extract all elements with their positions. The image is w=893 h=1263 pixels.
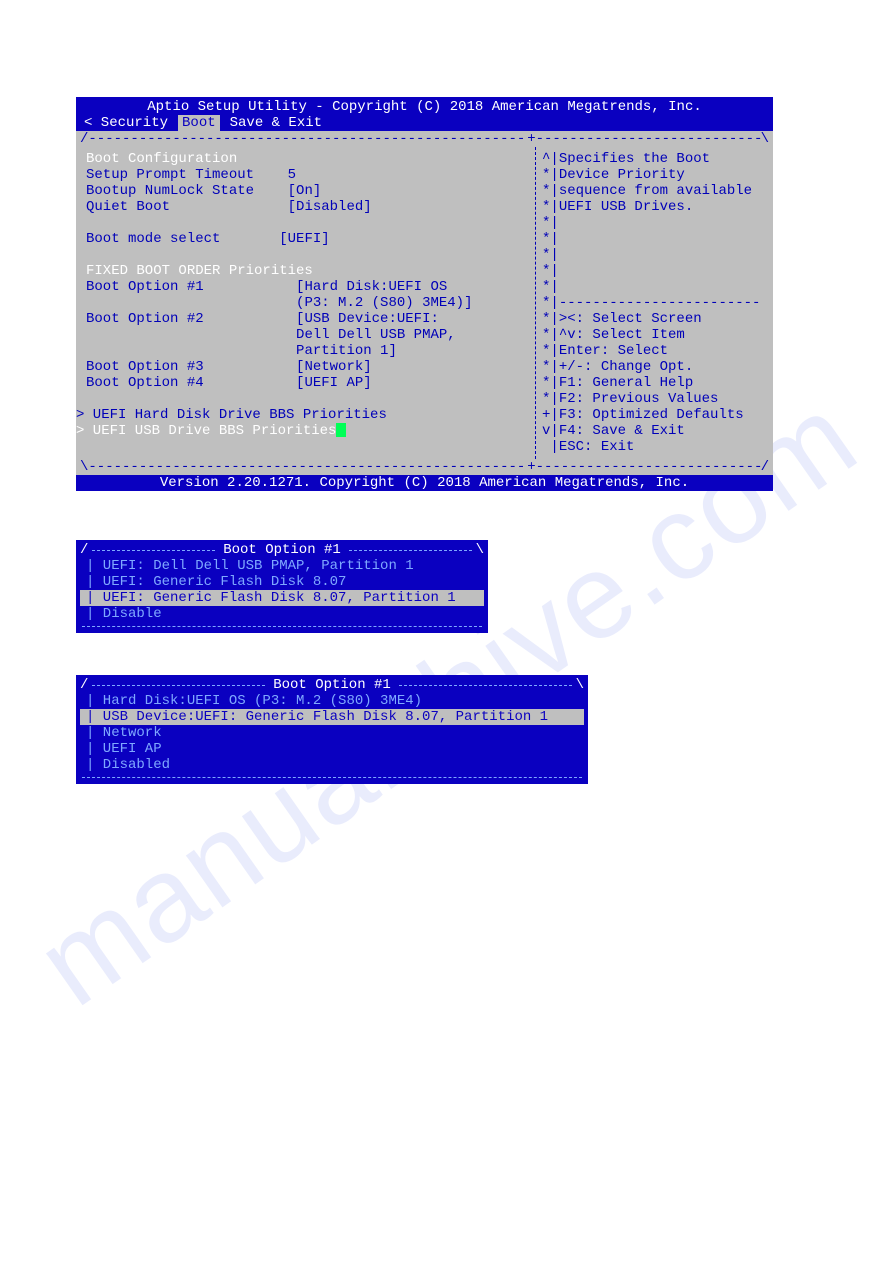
- popup-option[interactable]: | UEFI: Generic Flash Disk 8.07, Partiti…: [80, 590, 484, 606]
- bios-left-pane: Boot Configuration Setup Prompt Timeout …: [76, 147, 535, 459]
- bios-help-pane: ^|Specifies the Boot *|Device Priority *…: [535, 147, 773, 459]
- boot-config-header: Boot Configuration: [86, 151, 529, 167]
- boot-option-4[interactable]: Boot Option #4 [UEFI AP]: [86, 375, 529, 391]
- popup-option[interactable]: | Network: [80, 725, 584, 741]
- uefi-hdd-bbs[interactable]: > UEFI Hard Disk Drive BBS Priorities: [76, 407, 529, 423]
- key-hint: Enter: Select: [559, 343, 668, 359]
- setup-prompt-timeout[interactable]: Setup Prompt Timeout 5: [86, 167, 529, 183]
- popup-option[interactable]: | Disabled: [80, 757, 584, 773]
- popup-option[interactable]: | Hard Disk:UEFI OS (P3: M.2 (S80) 3ME4): [80, 693, 584, 709]
- popup-boot-option-main: / Boot Option #1 \ | Hard Disk:UEFI OS (…: [76, 675, 588, 784]
- divider-top: /---------------------------------------…: [76, 131, 773, 147]
- bios-tabs: < Security Boot Save & Exit: [76, 115, 773, 131]
- popup-option[interactable]: | UEFI AP: [80, 741, 584, 757]
- bios-title: Aptio Setup Utility - Copyright (C) 2018…: [76, 97, 773, 115]
- help-line: UEFI USB Drives.: [559, 199, 693, 215]
- fixed-boot-header: FIXED BOOT ORDER Priorities: [86, 263, 529, 279]
- tab-save-exit[interactable]: Save & Exit: [228, 115, 324, 131]
- popup-bottom-border: [82, 777, 582, 778]
- tab-security[interactable]: < Security: [82, 115, 170, 131]
- popup-option[interactable]: | USB Device:UEFI: Generic Flash Disk 8.…: [80, 709, 584, 725]
- popup-title-row: / Boot Option #1 \: [80, 542, 484, 558]
- popup-option[interactable]: | UEFI: Dell Dell USB PMAP, Partition 1: [80, 558, 484, 574]
- popup-option[interactable]: | UEFI: Generic Flash Disk 8.07: [80, 574, 484, 590]
- key-hint: ^v: Select Item: [559, 327, 685, 343]
- help-line: Device Priority: [559, 167, 685, 183]
- quiet-boot[interactable]: Quiet Boot [Disabled]: [86, 199, 529, 215]
- key-hint: ESC: Exit: [559, 439, 635, 455]
- tab-boot[interactable]: Boot: [178, 115, 220, 131]
- popup-boot-option-usb: / Boot Option #1 \ | UEFI: Dell Dell USB…: [76, 540, 488, 633]
- key-hint: F3: Optimized Defaults: [559, 407, 744, 423]
- boot-mode-select[interactable]: Boot mode select [UEFI]: [86, 231, 529, 247]
- boot-option-2[interactable]: Boot Option #2 [USB Device:UEFI:: [86, 311, 529, 327]
- key-hint: F4: Save & Exit: [559, 423, 685, 439]
- uefi-usb-bbs-selected[interactable]: > UEFI USB Drive BBS Priorities: [76, 423, 529, 439]
- key-hint: ><: Select Screen: [559, 311, 702, 327]
- key-hint: +/-: Change Opt.: [559, 359, 693, 375]
- popup-title: Boot Option #1: [219, 542, 345, 558]
- bios-panel: Boot Configuration Setup Prompt Timeout …: [76, 147, 773, 459]
- bios-window: Aptio Setup Utility - Copyright (C) 2018…: [76, 97, 773, 491]
- popup-option[interactable]: | Disable: [80, 606, 484, 622]
- key-hint: F2: Previous Values: [559, 391, 719, 407]
- popup-title-row: / Boot Option #1 \: [80, 677, 584, 693]
- cursor-icon: [336, 423, 346, 437]
- boot-option-1[interactable]: Boot Option #1 [Hard Disk:UEFI OS: [86, 279, 529, 295]
- popup-title: Boot Option #1: [269, 677, 395, 693]
- popup-bottom-border: [82, 626, 482, 627]
- key-hint: F1: General Help: [559, 375, 693, 391]
- bios-footer: Version 2.20.1271. Copyright (C) 2018 Am…: [76, 475, 773, 491]
- boot-option-3[interactable]: Boot Option #3 [Network]: [86, 359, 529, 375]
- divider-bottom: \---------------------------------------…: [76, 459, 773, 475]
- help-line: Specifies the Boot: [559, 151, 710, 167]
- numlock-state[interactable]: Bootup NumLock State [On]: [86, 183, 529, 199]
- help-line: sequence from available: [559, 183, 752, 199]
